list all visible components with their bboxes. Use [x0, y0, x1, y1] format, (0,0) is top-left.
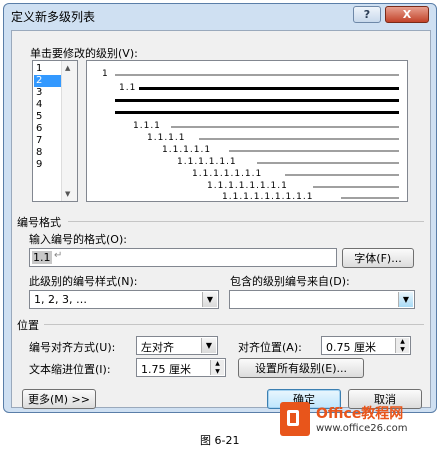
preview-label-level-4: 1.1.1.1 — [147, 133, 186, 143]
preview-label-level-2: 1.1 — [119, 83, 137, 93]
level-listbox-scrollbar[interactable]: ▲ ▼ — [61, 61, 77, 201]
close-button[interactable]: X — [385, 6, 429, 23]
figure-caption: 图 6-21 — [200, 434, 240, 447]
help-button[interactable]: ? — [353, 6, 381, 23]
align-at-value: 0.75 厘米 — [326, 341, 376, 354]
chevron-down-icon[interactable]: ▼ — [398, 292, 413, 307]
preview-line-level-4 — [199, 138, 399, 140]
preview-label-level-7: 1.1.1.1.1.1.1 — [192, 169, 263, 179]
preview-line-level-2 — [139, 87, 399, 90]
close-icon: X — [402, 8, 412, 21]
scroll-up-icon[interactable]: ▲ — [65, 64, 70, 72]
level-item-2[interactable]: 2 — [34, 75, 64, 87]
chevron-down-icon[interactable]: ▼ — [202, 292, 217, 307]
set-all-levels-button[interactable]: 设置所有级别(E)... — [238, 358, 364, 378]
watermark-url: www.office26.com — [316, 423, 408, 434]
spin-down-icon[interactable]: ▼ — [400, 346, 405, 353]
number-format-divider — [68, 221, 424, 222]
level-preview: 1 1.1 1.1.1 1.1.1.1 1.1.1.1.1 1.1.1.1.1.… — [86, 60, 408, 202]
number-style-value: 1, 2, 3, … — [34, 293, 87, 306]
number-style-label: 此级别的编号样式(N): — [29, 275, 138, 288]
preview-line-level-2-cont2 — [115, 111, 399, 114]
watermark-brand: Office教程网 — [316, 406, 404, 422]
preview-line-level-1 — [115, 74, 399, 76]
preview-line-level-5 — [229, 150, 399, 152]
level-item-1[interactable]: 1 — [34, 63, 64, 75]
number-style-select[interactable]: 1, 2, 3, … ▼ — [29, 290, 219, 309]
chevron-down-icon[interactable]: ▼ — [201, 338, 216, 353]
text-indent-input[interactable]: 1.75 厘米 ▲ ▼ — [136, 358, 226, 377]
preview-label-level-5: 1.1.1.1.1 — [162, 145, 212, 155]
preview-line-level-2-cont — [115, 99, 399, 102]
level-item-3[interactable]: 3 — [34, 87, 64, 99]
level-item-9[interactable]: 9 — [34, 159, 64, 171]
text-indent-spinner[interactable]: ▲ ▼ — [210, 360, 224, 375]
preview-line-level-8 — [313, 186, 399, 188]
preview-label-level-9: 1.1.1.1.1.1.1.1.1 — [222, 192, 314, 202]
include-level-select[interactable]: ▼ — [229, 290, 415, 309]
format-label: 输入编号的格式(O): — [29, 233, 127, 246]
align-at-spinner[interactable]: ▲ ▼ — [395, 338, 409, 353]
number-align-select[interactable]: 左对齐 ▼ — [136, 336, 218, 355]
title-bar: 定义新多级列表 ? X — [4, 4, 436, 28]
position-divider — [44, 324, 424, 325]
preview-label-level-8: 1.1.1.1.1.1.1.1 — [207, 181, 288, 191]
level-item-5[interactable]: 5 — [34, 111, 64, 123]
number-align-label: 编号对齐方式(U): — [29, 341, 116, 354]
spin-up-icon[interactable]: ▲ — [400, 338, 405, 345]
more-button[interactable]: 更多(M) >> — [22, 389, 96, 409]
preview-line-level-6 — [257, 162, 399, 164]
align-at-input[interactable]: 0.75 厘米 ▲ ▼ — [321, 336, 411, 355]
include-level-label: 包含的级别编号来自(D): — [230, 275, 350, 288]
format-input[interactable]: 1.1 ↵ — [29, 248, 337, 267]
preview-line-level-3 — [171, 126, 399, 128]
level-item-4[interactable]: 4 — [34, 99, 64, 111]
spin-down-icon[interactable]: ▼ — [215, 368, 220, 375]
preview-label-level-3: 1.1.1 — [133, 121, 161, 131]
dialog-title: 定义新多级列表 — [11, 10, 96, 24]
preview-line-level-7 — [285, 174, 399, 176]
spin-up-icon[interactable]: ▲ — [215, 360, 220, 367]
format-input-value: 1.1 — [32, 251, 52, 264]
office-logo-icon — [280, 402, 310, 436]
font-button[interactable]: 字体(F)... — [342, 248, 414, 268]
preview-line-level-9 — [341, 197, 399, 199]
level-item-7[interactable]: 7 — [34, 135, 64, 147]
help-icon: ? — [363, 8, 371, 21]
number-align-value: 左对齐 — [141, 341, 174, 354]
text-indent-value: 1.75 厘米 — [141, 363, 191, 376]
align-at-label: 对齐位置(A): — [238, 341, 302, 354]
position-section-label: 位置 — [17, 319, 39, 332]
text-indent-label: 文本缩进位置(I): — [29, 363, 111, 376]
paragraph-mark-icon: ↵ — [54, 250, 63, 261]
preview-label-level-6: 1.1.1.1.1.1 — [177, 157, 237, 167]
preview-label-level-1: 1 — [102, 69, 109, 79]
number-format-section-label: 编号格式 — [17, 216, 61, 229]
scroll-down-icon[interactable]: ▼ — [65, 190, 70, 198]
dialog-body: 单击要修改的级别(V): 1 2 3 4 5 6 7 8 9 ▲ ▼ 1 1.1… — [11, 30, 431, 409]
level-item-8[interactable]: 8 — [34, 147, 64, 159]
level-listbox[interactable]: 1 2 3 4 5 6 7 8 9 ▲ ▼ — [32, 60, 78, 202]
watermark: Office教程网 www.office26.com — [280, 400, 442, 442]
dialog-window: 定义新多级列表 ? X 单击要修改的级别(V): 1 2 3 4 5 6 7 8… — [3, 3, 437, 413]
level-item-6[interactable]: 6 — [34, 123, 64, 135]
level-select-label: 单击要修改的级别(V): — [30, 47, 138, 60]
